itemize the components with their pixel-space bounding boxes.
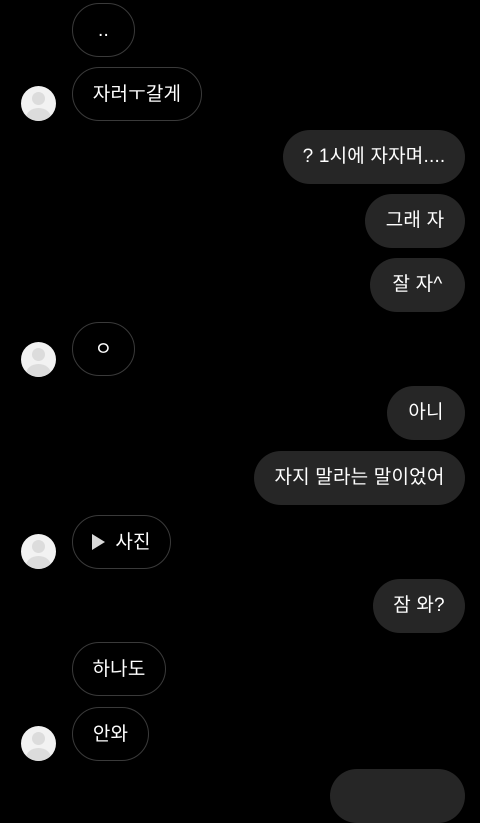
message-text: 잠 와? [393, 595, 445, 616]
avatar[interactable] [21, 342, 56, 377]
received-message[interactable]: .. [72, 3, 135, 57]
avatar[interactable] [21, 86, 56, 121]
message-text: 그래 자 [385, 210, 445, 231]
message-text: .. [98, 20, 109, 41]
sent-message[interactable]: 잠 와? [373, 579, 465, 633]
avatar[interactable] [21, 534, 56, 569]
received-message[interactable]: 하나도 [72, 642, 166, 696]
message-text: 하나도 [92, 659, 146, 680]
message-text: 안와 [92, 724, 129, 745]
sent-message[interactable]: 아니 [387, 386, 465, 440]
message-text: 자러ㅜ갈게 [92, 84, 182, 105]
sent-message[interactable]: 그래 자 [365, 194, 465, 248]
photo-message[interactable]: 사진 [72, 515, 171, 569]
sent-message[interactable]: 자지 말라는 말이었어 [254, 451, 465, 505]
received-message[interactable]: ㅇ [72, 322, 135, 376]
message-text: ? 1시에 자자며.... [302, 146, 446, 167]
play-icon [92, 533, 106, 550]
message-text: 아니 [408, 402, 444, 423]
avatar[interactable] [21, 726, 56, 761]
message-text: 잘 자^ [392, 274, 443, 295]
sent-message[interactable]: 잘 자^ [370, 258, 465, 312]
sent-message-partial[interactable] [330, 769, 465, 823]
received-message[interactable]: 자러ㅜ갈게 [72, 67, 202, 121]
message-text: 자지 말라는 말이었어 [274, 467, 445, 488]
message-text: 사진 [115, 532, 151, 553]
message-text: ㅇ [94, 339, 113, 360]
sent-message[interactable]: ? 1시에 자자며.... [283, 130, 465, 184]
received-message[interactable]: 안와 [72, 707, 149, 761]
